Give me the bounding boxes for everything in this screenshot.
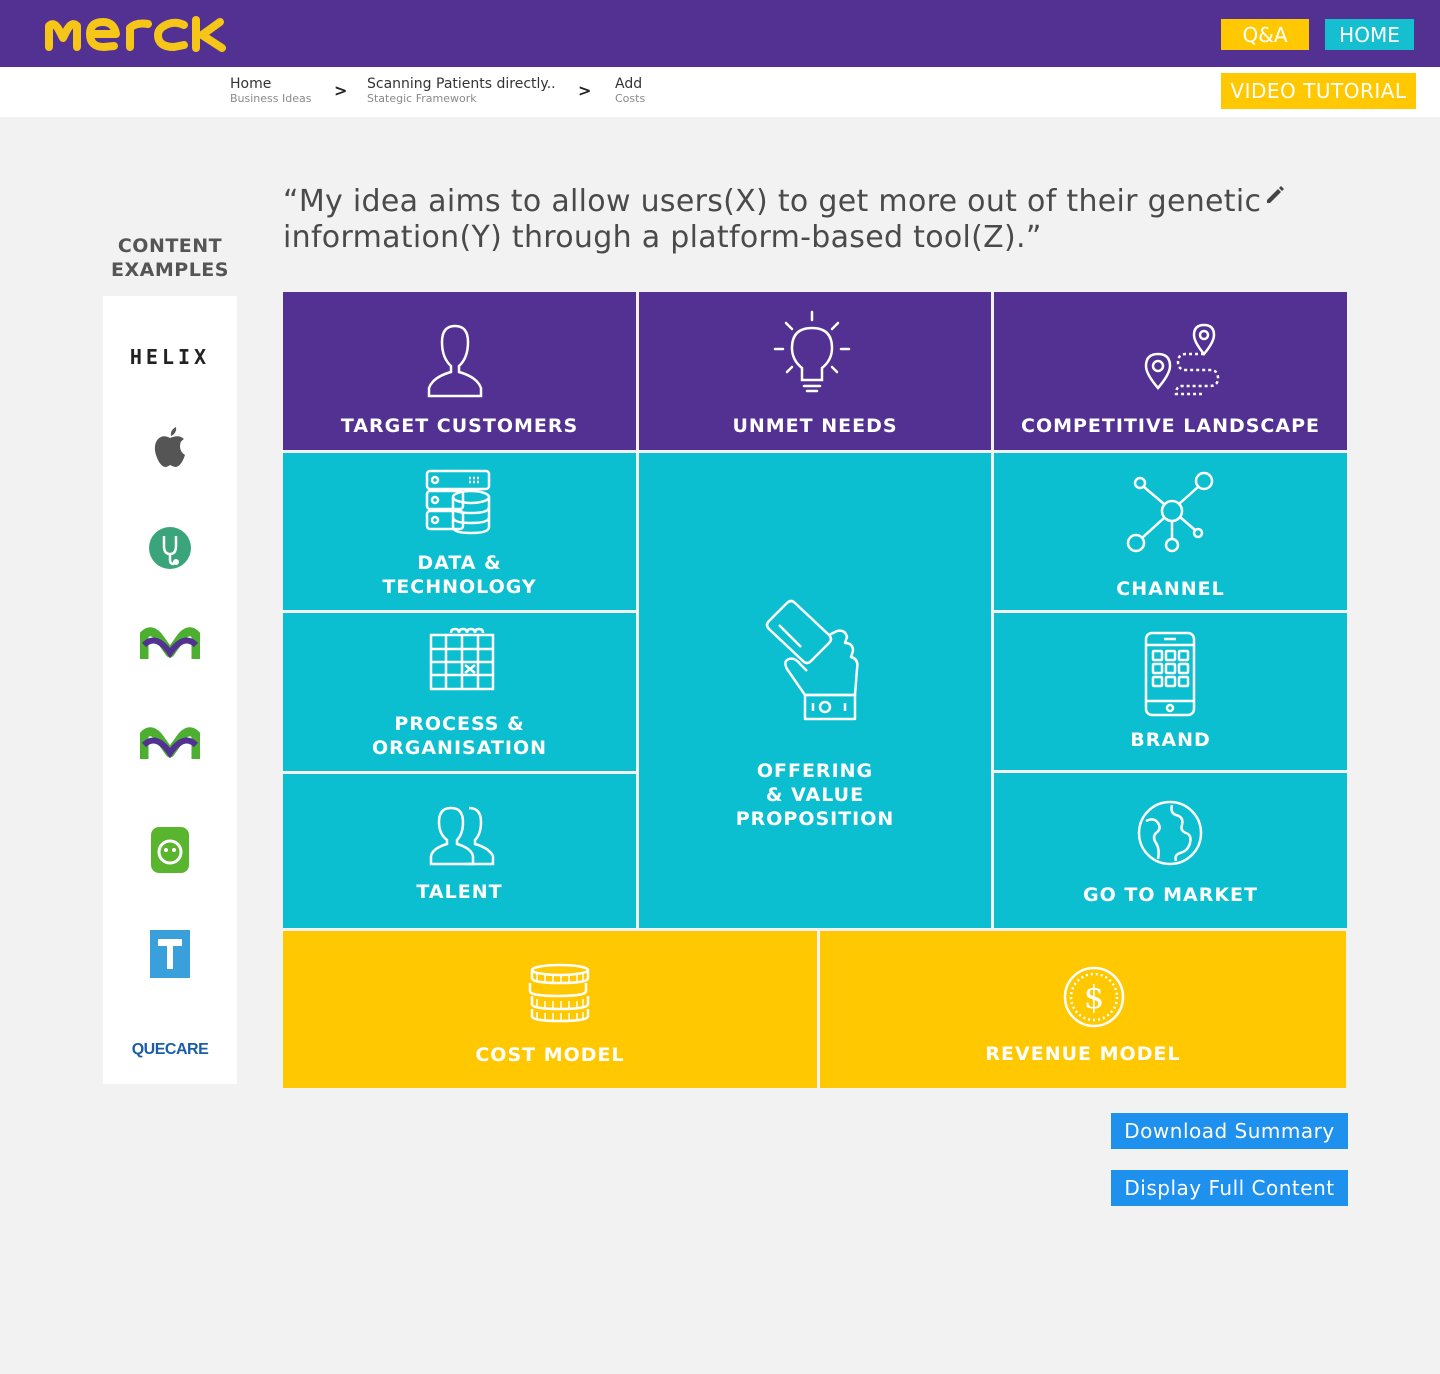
tile-offering-value-proposition[interactable]: OFFERING & VALUE PROPOSITION xyxy=(639,453,991,928)
breadcrumb-item-idea[interactable]: Scanning Patients directly.. Stategic Fr… xyxy=(367,76,556,106)
home-button[interactable]: HOME xyxy=(1325,19,1414,50)
breadcrumb-label: Add xyxy=(615,76,643,92)
dollar-sign: $ xyxy=(1084,978,1104,1016)
tile-channel[interactable]: CHANNEL xyxy=(994,453,1347,610)
example-merck-1[interactable] xyxy=(103,615,237,675)
tile-competitive-landscape[interactable]: COMPETITIVE LANDSCAPE xyxy=(994,292,1347,450)
example-helix[interactable]: HELIX xyxy=(103,327,237,387)
tile-label: UNMET NEEDS xyxy=(732,415,898,437)
tile-label: BRAND xyxy=(1130,729,1211,751)
tile-label: DATA & TECHNOLOGY xyxy=(382,552,537,598)
merck-m-icon xyxy=(140,627,200,659)
display-full-content-button[interactable]: Display Full Content xyxy=(1111,1170,1348,1206)
network-nodes-icon xyxy=(1126,471,1214,553)
breadcrumb-separator: > xyxy=(334,81,348,100)
apple-icon xyxy=(154,427,185,467)
breadcrumb-separator: > xyxy=(578,81,592,100)
breadcrumb: Home Business Ideas > Scanning Patients … xyxy=(0,67,1440,117)
tile-label: GO TO MARKET xyxy=(1083,884,1258,906)
lightbulb-icon xyxy=(773,310,851,393)
breadcrumb-sublabel: Costs xyxy=(615,92,646,105)
content-examples-title: CONTENT EXAMPLES xyxy=(111,235,229,281)
tile-label: TARGET CUSTOMERS xyxy=(340,415,579,437)
example-green-app[interactable] xyxy=(103,820,237,880)
tile-revenue-model[interactable]: $ REVENUE MODEL xyxy=(820,931,1346,1088)
green-app-icon xyxy=(151,827,189,873)
merck-m-icon xyxy=(140,727,200,759)
database-server-icon xyxy=(425,469,491,535)
tile-talent[interactable]: TALENT xyxy=(283,774,636,928)
tile-label: COMPETITIVE LANDSCAPE xyxy=(1021,415,1320,437)
breadcrumb-sublabel: Stategic Framework xyxy=(367,92,477,105)
tile-label: PROCESS & ORGANISATION xyxy=(371,713,548,759)
tile-label: OFFERING & VALUE PROPOSITION xyxy=(735,760,895,830)
video-tutorial-button[interactable]: VIDEO TUTORIAL xyxy=(1221,73,1416,109)
example-apple[interactable] xyxy=(103,417,237,477)
tile-target-customers[interactable]: TARGET CUSTOMERS xyxy=(283,292,636,450)
breadcrumb-item-add[interactable]: Add Costs xyxy=(615,76,645,106)
content-examples-list: HELIX QUECARE xyxy=(103,296,237,1084)
idea-statement: “My idea aims to allow users(X) to get m… xyxy=(283,184,1262,255)
coin-stack-icon xyxy=(528,963,590,1023)
tile-brand[interactable]: BRAND xyxy=(994,613,1347,770)
tile-process-organisation[interactable]: PROCESS & ORGANISATION xyxy=(283,613,636,771)
example-stethoscope[interactable] xyxy=(103,518,237,578)
tile-data-technology[interactable]: DATA & TECHNOLOGY xyxy=(283,453,636,610)
person-icon xyxy=(427,324,483,398)
tile-unmet-needs[interactable]: UNMET NEEDS xyxy=(639,292,991,450)
people-icon xyxy=(429,806,495,866)
breadcrumb-item-home[interactable]: Home Business Ideas xyxy=(230,76,311,106)
tile-label: COST MODEL xyxy=(475,1044,625,1066)
example-blue-t[interactable] xyxy=(103,924,237,984)
breadcrumb-label: Home xyxy=(230,76,272,92)
merck-logo[interactable] xyxy=(44,16,230,52)
tile-cost-model[interactable]: COST MODEL xyxy=(283,931,817,1088)
map-route-icon xyxy=(1144,323,1220,396)
smartphone-apps-icon xyxy=(1144,631,1196,717)
tile-go-to-market[interactable]: GO TO MARKET xyxy=(994,773,1347,928)
example-quecare[interactable]: QUECARE xyxy=(103,1020,237,1080)
tile-label: CHANNEL xyxy=(1116,578,1225,600)
top-bar: Q&A HOME xyxy=(0,0,1440,67)
example-merck-2[interactable] xyxy=(103,715,237,775)
dollar-coin-icon: $ xyxy=(1063,966,1125,1028)
breadcrumb-label: Scanning Patients directly.. xyxy=(367,76,556,92)
globe-icon xyxy=(1137,800,1203,866)
helix-logo: HELIX xyxy=(129,345,211,369)
qa-button[interactable]: Q&A xyxy=(1221,19,1309,50)
tile-label: REVENUE MODEL xyxy=(985,1043,1181,1065)
edit-pencil-icon[interactable] xyxy=(1264,183,1286,205)
tile-label: TALENT xyxy=(416,881,503,903)
quecare-logo: QUECARE xyxy=(131,1041,209,1058)
stethoscope-icon xyxy=(149,527,191,569)
hand-phone-icon xyxy=(765,599,859,721)
blue-t-icon xyxy=(150,930,190,978)
calendar-icon xyxy=(429,627,495,691)
breadcrumb-sublabel: Business Ideas xyxy=(230,92,312,105)
download-summary-button[interactable]: Download Summary xyxy=(1111,1113,1348,1149)
